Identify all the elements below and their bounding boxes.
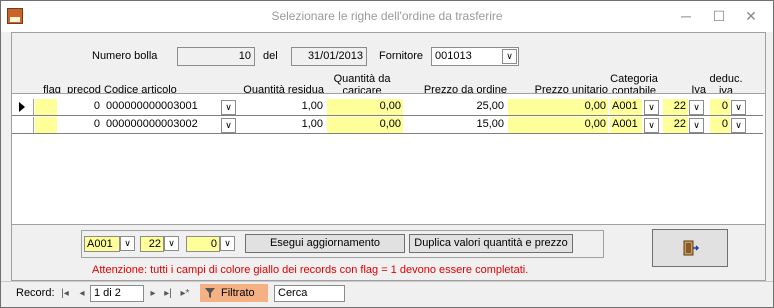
categoria-dropdown-icon[interactable]: ∨ [644,118,659,133]
codice-dropdown-icon[interactable]: ∨ [221,100,236,115]
qta-residua-cell: 1,00 [239,117,325,133]
record-position-field[interactable]: 1 di 2 [90,285,144,302]
exit-door-icon [683,240,699,256]
filter-toggle[interactable]: Filtrato [200,284,268,302]
data-bolla-field[interactable]: 31/01/2013 [291,47,367,66]
record-label: Record: [16,287,55,299]
deduc-dropdown-icon[interactable]: ∨ [731,100,746,115]
flag-cell[interactable] [35,117,57,133]
title-bar: Selezionare le righe dell'ordine da tras… [1,1,773,32]
current-record-icon [19,102,25,112]
first-record-icon[interactable]: |◂ [59,287,71,301]
prezzo-ordine-cell: 15,00 [405,117,506,133]
deduc-dropdown-icon[interactable]: ∨ [731,118,746,133]
exit-button[interactable] [652,229,728,267]
codice-cell[interactable]: 000000000003001 [104,99,220,115]
numero-bolla-label: Numero bolla [92,50,158,62]
fornitore-label: Fornitore [379,50,424,62]
window-title: Selezionare le righe dell'ordine da tras… [271,9,503,23]
prezzo-unitario-cell[interactable]: 0,00 [508,117,608,133]
fornitore-value: 001013 [435,50,472,62]
bulk-deduc-dropdown-icon[interactable]: ∨ [220,236,235,251]
row-selector[interactable] [12,117,34,133]
iva-dropdown-icon[interactable]: ∨ [689,100,704,115]
iva-dropdown-icon[interactable]: ∨ [689,118,704,133]
rows-list: 0 000000000003001 ∨ 1,00 0,00 25,00 0,00… [12,93,765,225]
bulk-update-panel: A001 ∨ 22 ∨ 0 ∨ Esegui aggiornamento Dup… [81,230,604,258]
previous-record-icon[interactable]: ◂ [76,287,88,301]
next-record-icon[interactable]: ▸ [147,287,159,301]
new-record-icon[interactable]: ▸* [179,287,191,301]
deduc-iva-cell[interactable]: 0 [710,99,730,115]
dialog-window: Selezionare le righe dell'ordine da tras… [0,0,774,308]
record-navigator: Record: |◂ ◂ 1 di 2 ▸ ▸| ▸* Filtrato Cer… [1,281,773,307]
form-content: Numero bolla 10 del 31/01/2013 Fornitore… [11,32,766,281]
filter-label: Filtrato [221,287,255,299]
row-divider [12,133,763,134]
close-button[interactable]: ✕ [736,1,766,32]
qta-caricare-cell[interactable]: 0,00 [327,117,403,133]
bulk-iva-dropdown-icon[interactable]: ∨ [164,236,179,251]
funnel-icon [205,288,215,298]
bulk-categoria-dropdown-icon[interactable]: ∨ [120,236,135,251]
bulk-categoria-field[interactable]: A001 [84,236,120,252]
categoria-dropdown-icon[interactable]: ∨ [644,100,659,115]
fornitore-dropdown-icon[interactable]: ∨ [502,49,517,64]
prezzo-ordine-cell: 25,00 [405,99,506,115]
categoria-cell[interactable]: A001 [610,99,642,115]
iva-cell[interactable]: 22 [663,117,688,133]
esegui-aggiornamento-button[interactable]: Esegui aggiornamento [245,234,405,253]
bulk-deduc-field[interactable]: 0 [186,236,220,252]
search-input[interactable]: Cerca [274,285,345,302]
qta-residua-cell: 1,00 [239,99,325,115]
codice-dropdown-icon[interactable]: ∨ [221,118,236,133]
codice-cell[interactable]: 000000000003002 [104,117,220,133]
flag-cell[interactable] [35,99,57,115]
deduc-iva-cell[interactable]: 0 [710,117,730,133]
maximize-button[interactable]: ☐ [704,1,734,32]
del-label: del [263,50,278,62]
prezzo-unitario-cell[interactable]: 0,00 [508,99,608,115]
numero-bolla-field[interactable]: 10 [177,47,255,66]
warning-message: Attenzione: tutti i campi di colore gial… [92,264,529,276]
iva-cell[interactable]: 22 [663,99,688,115]
categoria-cell[interactable]: A001 [610,117,642,133]
minimize-button[interactable]: ─ [671,1,701,32]
precod-cell[interactable]: 0 [59,117,102,133]
row-divider [12,115,763,116]
precod-cell[interactable]: 0 [59,99,102,115]
qta-caricare-cell[interactable]: 0,00 [327,99,403,115]
duplica-valori-button[interactable]: Duplica valori quantità e prezzo [409,234,573,253]
row-selector[interactable] [12,99,34,115]
last-record-icon[interactable]: ▸| [162,287,174,301]
bulk-iva-field[interactable]: 22 [140,236,164,252]
